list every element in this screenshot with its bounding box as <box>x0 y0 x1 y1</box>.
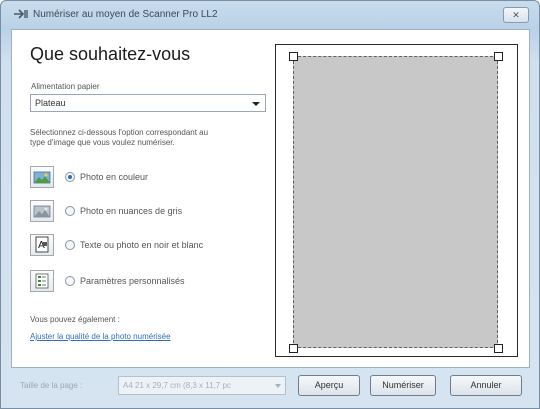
instructions-line-1: Sélectionnez ci-dessous l'option corresp… <box>30 128 209 137</box>
window-title: Numériser au moyen de Scanner Pro LL2 <box>33 9 218 20</box>
radio-color-photo[interactable] <box>65 172 75 182</box>
radio-custom-settings[interactable] <box>65 276 75 286</box>
also-label: Vous pouvez également : <box>30 315 120 324</box>
instructions-line-2: type d'image que vous voulez numériser. <box>30 138 175 147</box>
scan-area[interactable] <box>293 56 498 348</box>
custom-settings-icon[interactable] <box>30 270 54 292</box>
radio-black-white[interactable] <box>65 240 75 250</box>
grayscale-photo-icon[interactable] <box>30 200 54 222</box>
crop-handle-top-right[interactable] <box>494 52 503 61</box>
close-button[interactable]: ✕ <box>503 7 529 23</box>
option-label: Photo en nuances de gris <box>80 206 183 216</box>
crop-handle-bottom-right[interactable] <box>494 344 503 353</box>
option-grayscale-photo[interactable]: Photo en nuances de gris <box>30 200 270 224</box>
paper-feed-value: Plateau <box>35 98 66 108</box>
cancel-button[interactable]: Annuler <box>450 375 522 396</box>
dialog-content: Que souhaitez-vous Alimentation papier P… <box>11 29 530 368</box>
page-size-label: Taille de la page : <box>20 381 83 390</box>
color-photo-icon[interactable] <box>30 166 54 188</box>
paper-feed-label: Alimentation papier <box>31 82 100 91</box>
title-bar: Numériser au moyen de Scanner Pro LL2 ✕ <box>1 1 539 29</box>
chevron-down-icon <box>252 102 260 106</box>
page-size-select[interactable]: A4 21 x 29,7 cm (8,3 x 11,7 pc <box>118 376 286 395</box>
crop-handle-bottom-left[interactable] <box>289 344 298 353</box>
black-white-text-icon[interactable]: A <box>30 234 54 256</box>
scan-button[interactable]: Numériser <box>370 375 436 396</box>
option-label: Paramètres personnalisés <box>80 276 185 286</box>
page-title: Que souhaitez-vous <box>30 44 191 64</box>
option-custom-settings[interactable]: Paramètres personnalisés <box>30 270 270 294</box>
footer-bar: Taille de la page : A4 21 x 29,7 cm (8,3… <box>1 368 539 408</box>
radio-grayscale-photo[interactable] <box>65 206 75 216</box>
paper-feed-select[interactable]: Plateau <box>30 94 266 112</box>
adjust-quality-link[interactable]: Ajuster la qualité de la photo numérisée <box>30 332 171 341</box>
option-black-white[interactable]: A Texte ou photo en noir et blanc <box>30 234 270 258</box>
preview-button[interactable]: Aperçu <box>298 375 360 396</box>
crop-handle-top-left[interactable] <box>289 52 298 61</box>
option-color-photo[interactable]: Photo en couleur <box>30 166 270 190</box>
option-label: Photo en couleur <box>80 172 149 182</box>
scanner-dialog: Numériser au moyen de Scanner Pro LL2 ✕ … <box>0 0 540 409</box>
scanner-app-icon <box>14 9 28 19</box>
instructions: Sélectionnez ci-dessous l'option corresp… <box>30 128 270 148</box>
page-size-value: A4 21 x 29,7 cm (8,3 x 11,7 pc <box>123 381 231 390</box>
option-label: Texte ou photo en noir et blanc <box>80 240 204 250</box>
chevron-down-icon <box>275 384 281 388</box>
